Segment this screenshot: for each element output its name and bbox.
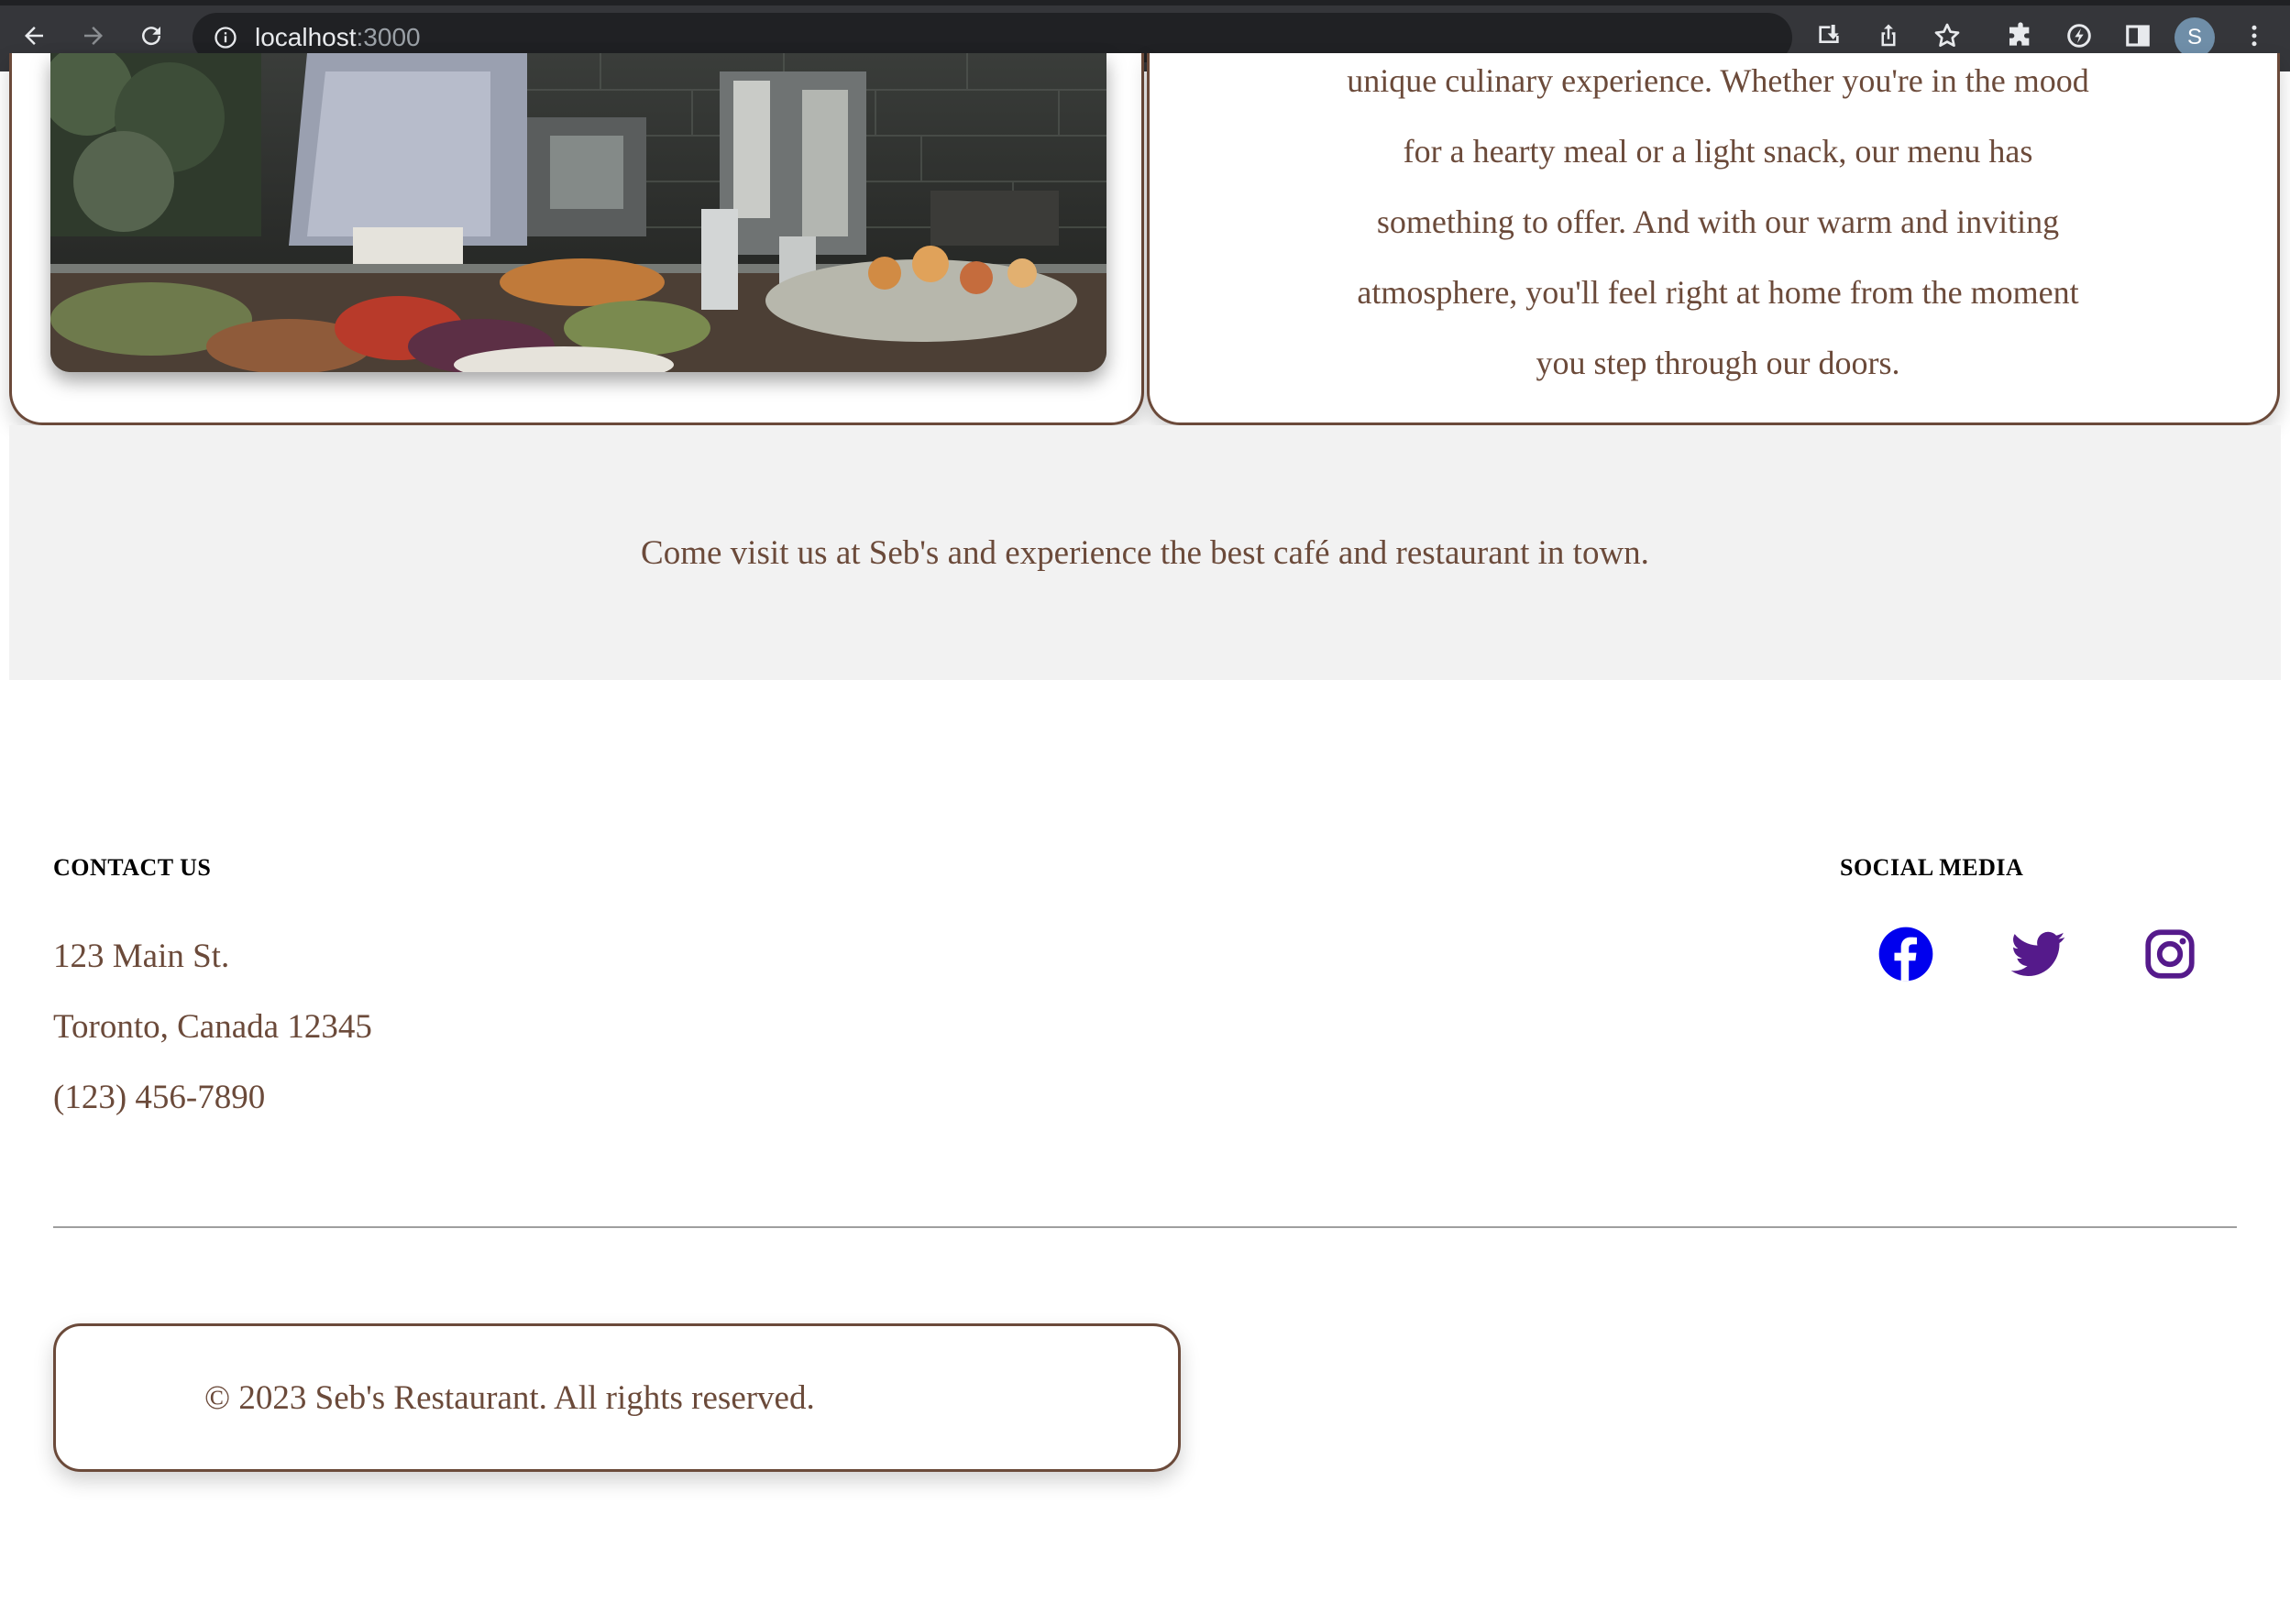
instagram-icon (2145, 929, 2195, 979)
url-port: :3000 (356, 23, 421, 51)
puzzle-icon (2009, 22, 2030, 46)
about-line: atmosphere, you'll feel right at home fr… (1357, 274, 2079, 311)
share-icon (1881, 24, 1896, 47)
extensions-button[interactable] (1998, 13, 2043, 59)
side-panel-button[interactable] (2115, 13, 2161, 59)
browser-menu-button[interactable] (2231, 13, 2277, 59)
side-panel-icon (2126, 25, 2150, 47)
about-line: something to offer. And with our warm an… (1376, 203, 2060, 240)
copyright-text: © 2023 Seb's Restaurant. All rights rese… (204, 1378, 815, 1417)
install-app-button[interactable] (1806, 13, 1852, 59)
instagram-link[interactable] (2140, 924, 2200, 984)
reload-icon (142, 27, 161, 46)
share-button[interactable] (1866, 13, 1911, 59)
footer-divider (53, 1226, 2237, 1228)
url-text: localhost:3000 (255, 23, 421, 52)
speed-icon (2067, 24, 2091, 48)
twitter-link[interactable] (2008, 924, 2068, 984)
about-line: you step through our doors. (1536, 345, 1900, 381)
copyright-box: © 2023 Seb's Restaurant. All rights rese… (53, 1323, 1181, 1472)
address-line-2: Toronto, Canada 12345 (53, 1008, 372, 1046)
about-paragraph: unique culinary experience. Whether you'… (1269, 53, 2167, 399)
visit-banner: Come visit us at Seb's and experience th… (9, 425, 2281, 680)
back-button[interactable] (11, 13, 57, 59)
url-host: localhost (255, 23, 357, 51)
facebook-icon (1878, 927, 1933, 982)
reload-button[interactable] (128, 13, 174, 59)
address-line-1: 123 Main St. (53, 938, 230, 975)
contact-heading: CONTACT US (53, 854, 212, 881)
visit-message: Come visit us at Seb's and experience th… (641, 533, 1649, 572)
more-vert-icon (2251, 25, 2257, 47)
about-line: for a hearty meal or a light snack, our … (1403, 133, 2033, 170)
forward-button[interactable] (71, 13, 116, 59)
phone-number: (123) 456-7890 (53, 1079, 266, 1116)
facebook-link[interactable] (1876, 924, 1936, 984)
forward-arrow-icon (84, 27, 103, 45)
site-info-icon[interactable] (213, 25, 238, 50)
about-line: unique culinary experience. Whether you'… (1347, 62, 2089, 99)
bookmark-button[interactable] (1924, 13, 1970, 59)
tab-strip (0, 0, 2290, 5)
about-card: unique culinary experience. Whether you'… (1147, 53, 2280, 425)
cafe-kitchen-photo (50, 53, 1106, 372)
twitter-icon (2010, 931, 2065, 976)
back-arrow-icon (25, 27, 43, 45)
social-heading: SOCIAL MEDIA (1840, 854, 2024, 881)
page-content: unique culinary experience. Whether you'… (0, 53, 2290, 1624)
photo-card (9, 53, 1144, 425)
install-icon (1819, 25, 1839, 43)
star-icon (1934, 23, 1960, 47)
performance-button[interactable] (2056, 13, 2102, 59)
profile-avatar[interactable]: S (2174, 17, 2215, 58)
